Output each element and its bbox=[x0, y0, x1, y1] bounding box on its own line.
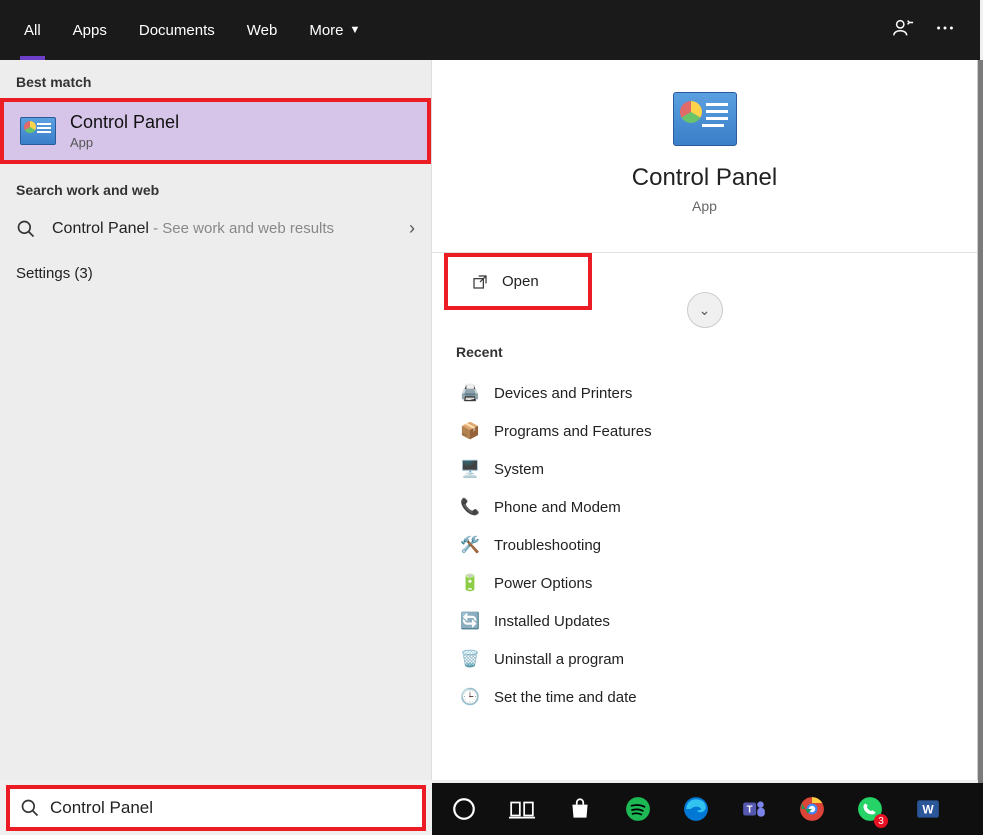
teams-icon[interactable]: T bbox=[730, 788, 778, 830]
taskbar: T 3 W bbox=[432, 783, 983, 835]
recent-item-label: Troubleshooting bbox=[494, 537, 601, 554]
web-result-row[interactable]: Control Panel - See work and web results… bbox=[0, 206, 431, 251]
notification-badge: 3 bbox=[874, 814, 888, 828]
recent-item-label: System bbox=[494, 461, 544, 478]
recent-item-phone-modem[interactable]: 📞 Phone and Modem bbox=[456, 488, 953, 526]
best-match-result[interactable]: Control Panel App bbox=[0, 98, 431, 164]
open-label: Open bbox=[502, 273, 539, 290]
recent-item-power-options[interactable]: 🔋 Power Options bbox=[456, 564, 953, 602]
tab-documents[interactable]: Documents bbox=[123, 0, 231, 60]
preview-subtitle: App bbox=[432, 198, 977, 214]
whatsapp-icon[interactable]: 3 bbox=[846, 788, 894, 830]
recent-item-set-time-date[interactable]: 🕒 Set the time and date bbox=[456, 678, 953, 716]
search-icon bbox=[16, 219, 36, 239]
recent-item-label: Programs and Features bbox=[494, 423, 652, 440]
recent-item-label: Power Options bbox=[494, 575, 592, 592]
open-icon bbox=[472, 274, 488, 290]
battery-icon: 🔋 bbox=[460, 573, 480, 593]
chevron-right-icon: › bbox=[409, 218, 415, 239]
chevron-down-icon: ▼ bbox=[350, 24, 361, 36]
recent-item-uninstall-program[interactable]: 🗑️ Uninstall a program bbox=[456, 640, 953, 678]
recent-label: Recent bbox=[456, 344, 953, 360]
open-button[interactable]: Open bbox=[444, 253, 592, 310]
expand-actions-button[interactable]: ⌄ bbox=[687, 292, 723, 328]
control-panel-icon bbox=[673, 92, 737, 146]
web-result-text: Control Panel - See work and web results bbox=[52, 220, 393, 238]
recent-item-label: Devices and Printers bbox=[494, 385, 632, 402]
tab-web[interactable]: Web bbox=[231, 0, 294, 60]
search-main: Best match Control Panel App Search work… bbox=[0, 60, 978, 780]
monitor-icon: 🖥️ bbox=[460, 459, 480, 479]
tab-more[interactable]: More ▼ bbox=[293, 0, 376, 60]
edge-icon[interactable] bbox=[672, 788, 720, 830]
recent-section: Recent 🖨️ Devices and Printers 📦 Programs … bbox=[432, 310, 977, 716]
word-icon[interactable]: W bbox=[904, 788, 952, 830]
actions-row: Open ⌄ bbox=[432, 252, 977, 310]
results-pane: Best match Control Panel App Search work… bbox=[0, 60, 431, 780]
best-match-text: Control Panel App bbox=[70, 112, 179, 150]
search-box[interactable] bbox=[6, 785, 426, 831]
tab-apps[interactable]: Apps bbox=[57, 0, 123, 60]
best-match-label: Best match bbox=[0, 60, 431, 98]
cortana-icon[interactable] bbox=[440, 788, 488, 830]
more-options-icon[interactable] bbox=[934, 17, 956, 44]
chevron-down-icon: ⌄ bbox=[699, 302, 711, 319]
work-web-label: Search work and web bbox=[0, 168, 431, 206]
settings-results[interactable]: Settings (3) bbox=[0, 251, 431, 296]
update-icon: 🔄 bbox=[460, 611, 480, 631]
store-icon[interactable] bbox=[556, 788, 604, 830]
recent-item-installed-updates[interactable]: 🔄 Installed Updates bbox=[456, 602, 953, 640]
task-view-icon[interactable] bbox=[498, 788, 546, 830]
search-icon bbox=[20, 798, 40, 818]
preview-header: Control Panel App bbox=[432, 60, 977, 230]
control-panel-icon bbox=[20, 117, 56, 145]
preview-pane: Control Panel App Open ⌄ Recent 🖨️ Device… bbox=[431, 60, 977, 780]
web-term: Control Panel bbox=[52, 220, 149, 237]
tab-all[interactable]: All bbox=[8, 0, 57, 60]
phone-icon: 📞 bbox=[460, 497, 480, 517]
svg-text:W: W bbox=[922, 802, 934, 816]
best-match-title: Control Panel bbox=[70, 112, 179, 133]
wrench-icon: 🛠️ bbox=[460, 535, 480, 555]
preview-title: Control Panel bbox=[432, 164, 977, 192]
best-match-subtitle: App bbox=[70, 135, 179, 150]
printer-icon: 🖨️ bbox=[460, 383, 480, 403]
search-input[interactable] bbox=[50, 798, 412, 818]
recent-item-troubleshooting[interactable]: 🛠️ Troubleshooting bbox=[456, 526, 953, 564]
chrome-icon[interactable] bbox=[788, 788, 836, 830]
search-tabs-bar: All Apps Documents Web More ▼ bbox=[0, 0, 980, 60]
svg-text:T: T bbox=[747, 804, 753, 815]
feedback-icon[interactable] bbox=[892, 17, 914, 44]
clock-icon: 🕒 bbox=[460, 687, 480, 707]
recent-item-devices-printers[interactable]: 🖨️ Devices and Printers bbox=[456, 374, 953, 412]
recent-item-label: Set the time and date bbox=[494, 689, 637, 706]
spotify-icon[interactable] bbox=[614, 788, 662, 830]
trash-icon: 🗑️ bbox=[460, 649, 480, 669]
recent-item-label: Phone and Modem bbox=[494, 499, 621, 516]
recent-item-label: Installed Updates bbox=[494, 613, 610, 630]
recent-item-programs-features[interactable]: 📦 Programs and Features bbox=[456, 412, 953, 450]
tab-more-label: More bbox=[309, 22, 343, 39]
recent-item-system[interactable]: 🖥️ System bbox=[456, 450, 953, 488]
web-suffix: - See work and web results bbox=[149, 220, 334, 237]
box-icon: 📦 bbox=[460, 421, 480, 441]
recent-item-label: Uninstall a program bbox=[494, 651, 624, 668]
scrollbar[interactable] bbox=[978, 60, 983, 783]
